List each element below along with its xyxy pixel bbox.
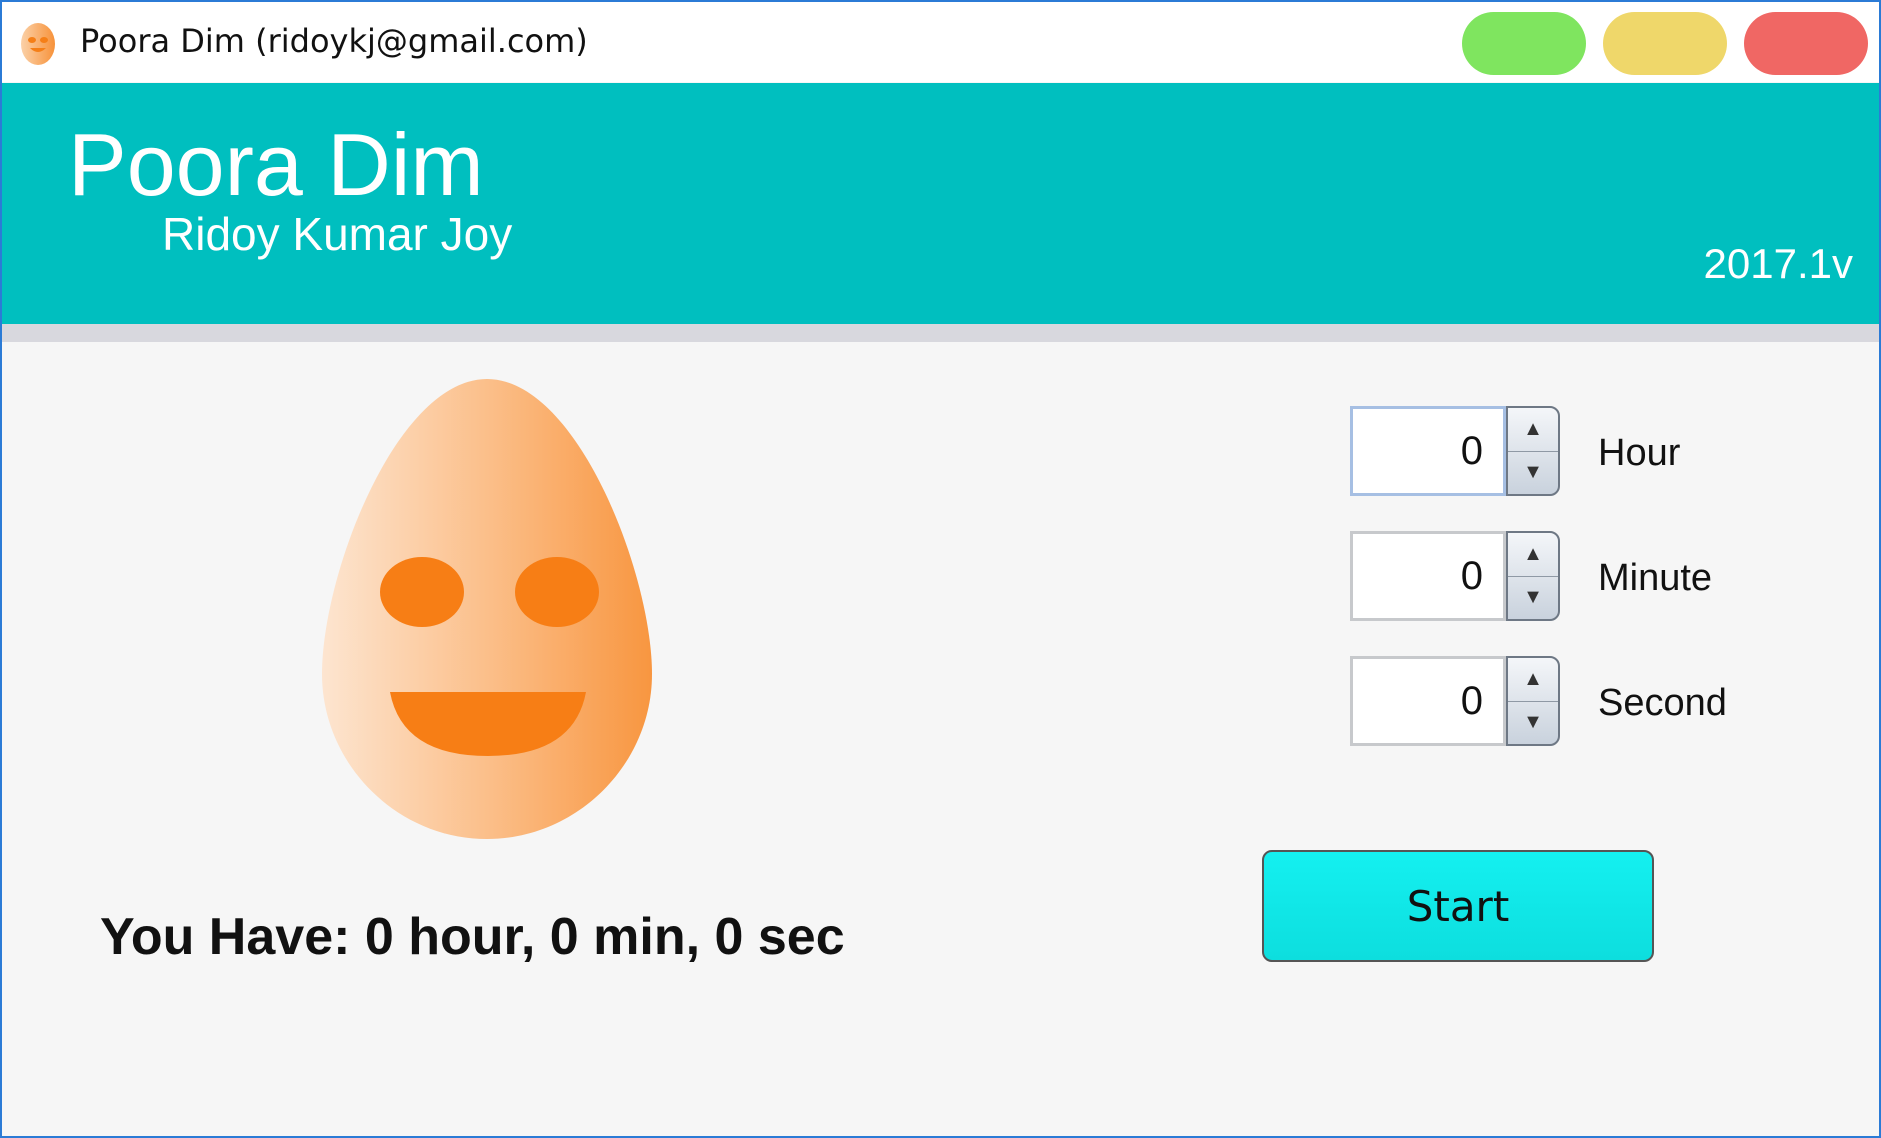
start-button[interactable]: Start <box>1262 850 1654 962</box>
second-value: 0 <box>1460 679 1483 723</box>
second-decrement-button[interactable]: ▼ <box>1508 701 1558 744</box>
hour-value: 0 <box>1460 429 1483 473</box>
minute-spinner: 0 ▲ ▼ Minute <box>1350 531 1770 625</box>
triangle-down-icon: ▼ <box>1523 461 1543 483</box>
triangle-down-icon: ▼ <box>1523 711 1543 733</box>
app-window: Poora Dim (ridoykj@gmail.com) Poora Dim … <box>0 0 1881 1138</box>
close-button[interactable] <box>1744 12 1868 75</box>
minute-value: 0 <box>1460 554 1483 598</box>
second-label: Second <box>1598 682 1727 724</box>
hour-spinner-buttons: ▲ ▼ <box>1506 406 1560 496</box>
minimize-button[interactable] <box>1603 12 1727 75</box>
title-bar: Poora Dim (ridoykj@gmail.com) <box>2 2 1879 82</box>
hour-input[interactable]: 0 <box>1350 406 1506 496</box>
app-title: Poora Dim <box>68 115 484 214</box>
triangle-up-icon: ▲ <box>1523 543 1543 565</box>
minute-decrement-button[interactable]: ▼ <box>1508 576 1558 619</box>
second-input[interactable]: 0 <box>1350 656 1506 746</box>
hour-increment-button[interactable]: ▲ <box>1508 408 1558 452</box>
hour-decrement-button[interactable]: ▼ <box>1508 451 1558 494</box>
second-spinner: 0 ▲ ▼ Second <box>1350 656 1770 750</box>
minute-spinner-buttons: ▲ ▼ <box>1506 531 1560 621</box>
header-divider <box>2 324 1879 342</box>
header-banner: Poora Dim Ridoy Kumar Joy 2017.1v <box>2 83 1879 324</box>
author-name: Ridoy Kumar Joy <box>162 208 513 260</box>
smiling-egg-icon <box>322 379 652 839</box>
egg-icon <box>21 23 55 65</box>
second-increment-button[interactable]: ▲ <box>1508 658 1558 702</box>
maximize-button[interactable] <box>1462 12 1586 75</box>
hour-spinner: 0 ▲ ▼ Hour <box>1350 406 1770 500</box>
triangle-up-icon: ▲ <box>1523 418 1543 440</box>
minute-label: Minute <box>1598 557 1713 599</box>
version-label: 2017.1v <box>1703 240 1853 287</box>
minute-increment-button[interactable]: ▲ <box>1508 533 1558 577</box>
hour-label: Hour <box>1598 432 1681 474</box>
triangle-down-icon: ▼ <box>1523 586 1543 608</box>
window-title: Poora Dim (ridoykj@gmail.com) <box>80 22 588 60</box>
triangle-up-icon: ▲ <box>1523 668 1543 690</box>
minute-input[interactable]: 0 <box>1350 531 1506 621</box>
second-spinner-buttons: ▲ ▼ <box>1506 656 1560 746</box>
remaining-time-text: You Have: 0 hour, 0 min, 0 sec <box>100 908 845 966</box>
